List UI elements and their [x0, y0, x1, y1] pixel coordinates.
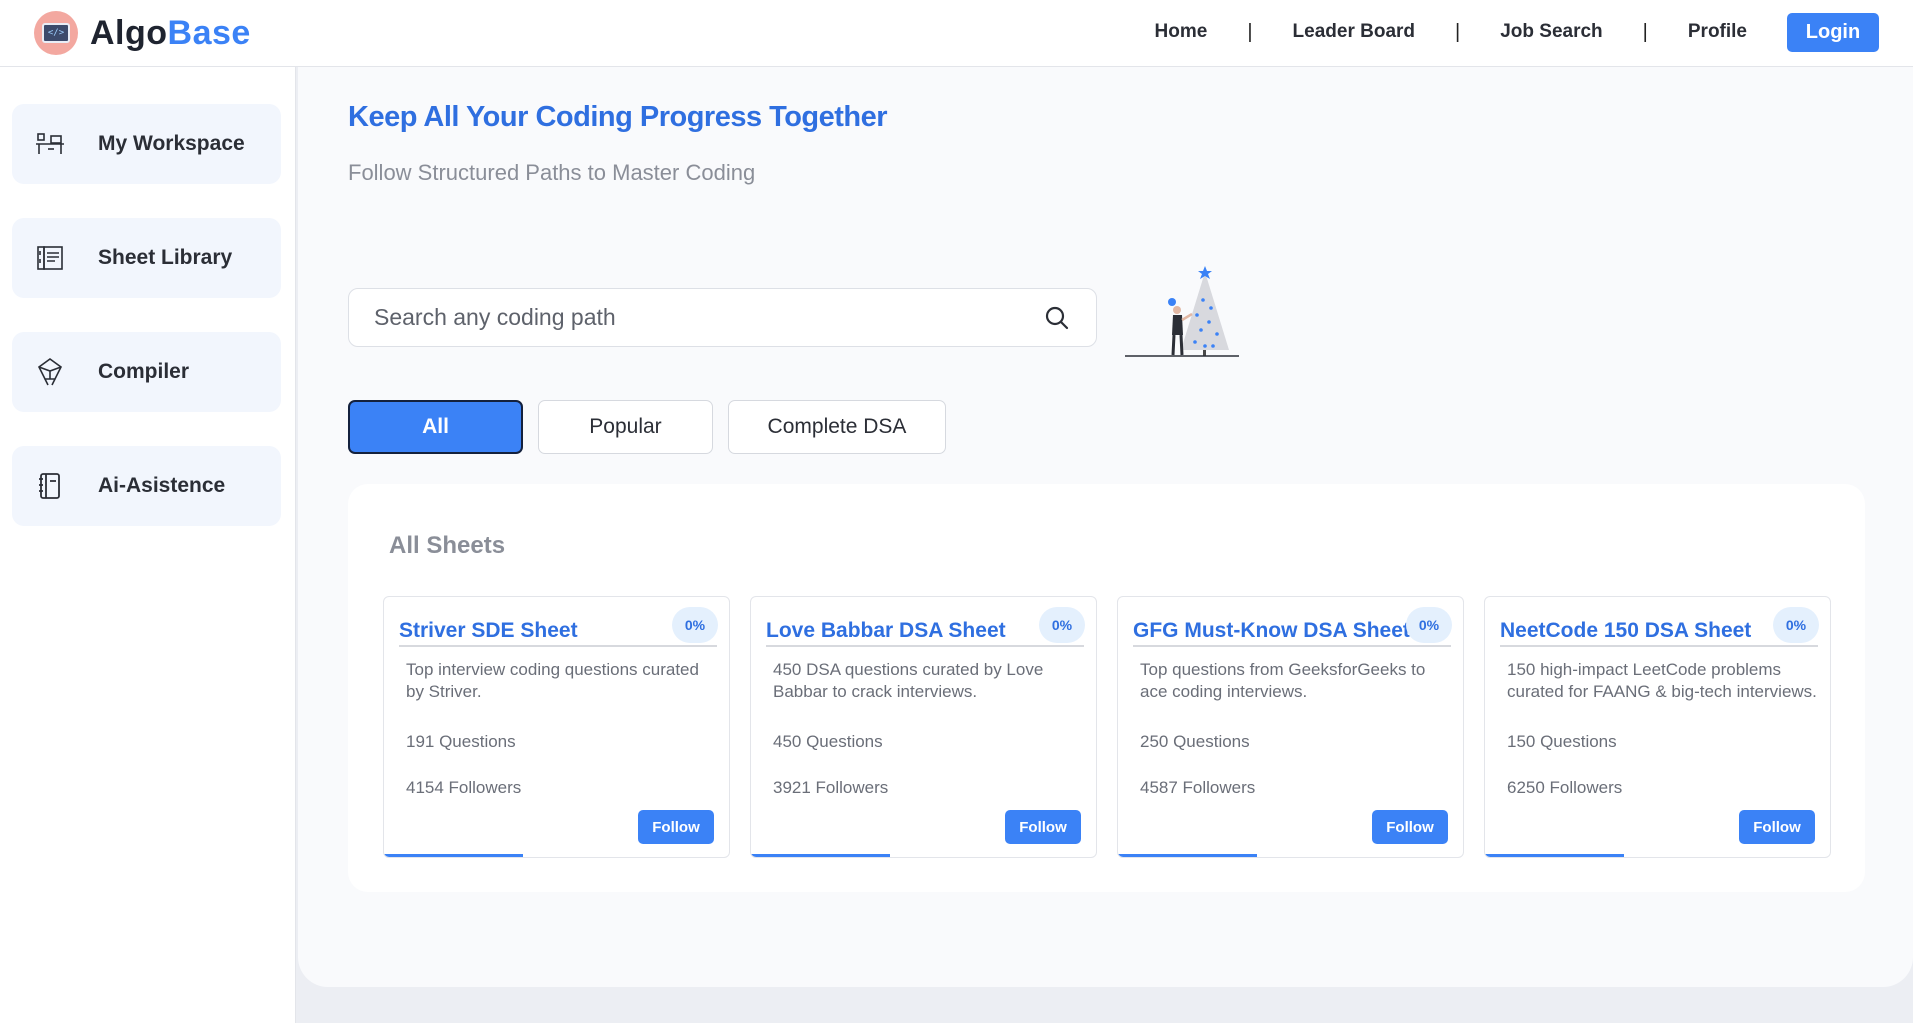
sidebar-item-compiler[interactable]: Compiler	[12, 332, 281, 412]
filter-all-button[interactable]: All	[348, 400, 523, 454]
sidebar-item-label: Compiler	[98, 360, 190, 383]
sheets-panel: All Sheets Striver SDE Sheet 0% Top inte…	[348, 484, 1865, 892]
progress-badge: 0%	[1039, 607, 1085, 643]
brand-name: AlgoBase	[90, 14, 251, 53]
card-accent-bar	[384, 854, 523, 857]
panel-title: All Sheets	[389, 532, 506, 559]
sidebar-item-label: My Workspace	[98, 132, 245, 155]
top-header: </> AlgoBase Home | Leader Board | Job S…	[0, 0, 1913, 67]
search-box	[348, 288, 1097, 347]
sheet-card-questions: 250 Questions	[1140, 732, 1250, 751]
login-button[interactable]: Login	[1787, 12, 1879, 52]
card-accent-bar	[1485, 854, 1624, 857]
library-icon	[34, 242, 66, 274]
sheet-card-questions: 150 Questions	[1507, 732, 1617, 751]
brand-logo[interactable]: </> AlgoBase	[34, 11, 251, 55]
sidebar-item-label: Ai-Asistence	[98, 474, 226, 497]
notebook-icon	[34, 470, 66, 502]
sidebar-item-sheet-library[interactable]: Sheet Library	[12, 218, 281, 298]
sidebar-item-label: Sheet Library	[98, 246, 233, 269]
sheet-card-title[interactable]: NeetCode 150 DSA Sheet	[1500, 619, 1818, 647]
sheet-card-title[interactable]: GFG Must-Know DSA Sheet	[1133, 619, 1451, 647]
logo-icon: </>	[34, 11, 78, 55]
sheet-card-questions: 191 Questions	[406, 732, 516, 751]
card-accent-bar	[1118, 854, 1257, 857]
brand-name-part1: Algo	[90, 13, 168, 52]
sheet-card-questions: 450 Questions	[773, 732, 883, 751]
nav-leader-board[interactable]: Leader Board	[1293, 21, 1415, 43]
nav-separator: |	[1642, 20, 1648, 43]
sheet-card-followers: 4154 Followers	[406, 778, 522, 797]
sheet-card[interactable]: GFG Must-Know DSA Sheet 0% Top questions…	[1117, 596, 1464, 858]
sheet-card-followers: 3921 Followers	[773, 778, 889, 797]
follow-button[interactable]: Follow	[1739, 810, 1815, 844]
search-icon[interactable]	[1044, 305, 1070, 331]
christmas-tree-illustration	[1125, 260, 1245, 360]
sheet-card-followers: 6250 Followers	[1507, 778, 1623, 797]
sheet-card-title[interactable]: Striver SDE Sheet	[399, 619, 717, 647]
nav-separator: |	[1247, 20, 1253, 43]
search-input[interactable]	[374, 304, 1014, 331]
sidebar-item-ai-asistence[interactable]: Ai-Asistence	[12, 446, 281, 526]
sidebar: My Workspace Sheet Library Compiler Ai-A…	[0, 67, 296, 1023]
nav-profile[interactable]: Profile	[1688, 21, 1747, 43]
sheet-card-title[interactable]: Love Babbar DSA Sheet	[766, 619, 1084, 647]
sheet-card-description: Top questions from GeeksforGeeks to ace …	[1140, 660, 1426, 701]
main-nav: Home | Leader Board | Job Search | Profi…	[1155, 12, 1879, 52]
sheet-card-description: 150 high-impact LeetCode problems curate…	[1507, 660, 1817, 701]
follow-button[interactable]: Follow	[1005, 810, 1081, 844]
sheet-card[interactable]: Love Babbar DSA Sheet 0% 450 DSA questio…	[750, 596, 1097, 858]
card-accent-bar	[751, 854, 890, 857]
progress-badge: 0%	[1406, 607, 1452, 643]
follow-button[interactable]: Follow	[638, 810, 714, 844]
compiler-icon	[34, 356, 66, 388]
filter-popular-button[interactable]: Popular	[538, 400, 713, 454]
follow-button[interactable]: Follow	[1372, 810, 1448, 844]
workspace-icon	[34, 128, 66, 160]
page-subtitle: Follow Structured Paths to Master Coding	[348, 160, 756, 185]
sidebar-item-my-workspace[interactable]: My Workspace	[12, 104, 281, 184]
nav-separator: |	[1455, 20, 1461, 43]
nav-home[interactable]: Home	[1155, 21, 1208, 43]
sheet-card[interactable]: Striver SDE Sheet 0% Top interview codin…	[383, 596, 730, 858]
page-title: Keep All Your Coding Progress Together	[348, 101, 888, 133]
sheet-card-description: 450 DSA questions curated by Love Babbar…	[773, 660, 1044, 701]
brand-name-part2: Base	[167, 13, 251, 52]
sheet-card-followers: 4587 Followers	[1140, 778, 1256, 797]
sheet-card-description: Top interview coding questions curated b…	[406, 660, 699, 701]
nav-job-search[interactable]: Job Search	[1500, 21, 1602, 43]
progress-badge: 0%	[672, 607, 718, 643]
filter-complete-dsa-button[interactable]: Complete DSA	[728, 400, 946, 454]
progress-badge: 0%	[1773, 607, 1819, 643]
sheet-card[interactable]: NeetCode 150 DSA Sheet 0% 150 high-impac…	[1484, 596, 1831, 858]
